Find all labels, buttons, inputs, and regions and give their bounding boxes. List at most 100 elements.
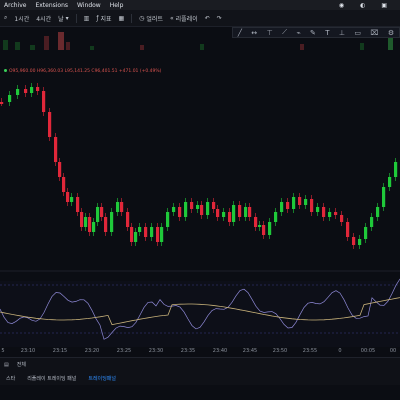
- status-icons: ◉ ◐ ▣: [339, 2, 396, 9]
- candle-body: [352, 237, 356, 245]
- menu-item-archive[interactable]: Archive: [4, 2, 26, 9]
- undo-button[interactable]: ↶: [205, 15, 210, 22]
- indicators-label: 지표: [100, 15, 112, 23]
- timeframe-button[interactable]: 4시간: [36, 14, 51, 23]
- candle-body: [228, 212, 232, 222]
- undo-icon: ↶: [204, 14, 210, 22]
- chart-type-label: 날: [58, 15, 64, 23]
- tab-screener[interactable]: 스타: [0, 375, 21, 382]
- candle-body: [156, 227, 160, 242]
- time-axis[interactable]: 5 23:10 23:15 23:20 23:25 23:30 23:35 23…: [0, 346, 400, 356]
- volume-bar-2: [15, 42, 20, 50]
- candle-body: [96, 207, 100, 222]
- symbol-search-button[interactable]: ⌕: [4, 14, 7, 22]
- rectangle-icon[interactable]: ▭: [354, 29, 361, 37]
- menu-extra-icon-3[interactable]: ▣: [381, 2, 387, 9]
- trend-line-icon[interactable]: ╱: [238, 29, 242, 37]
- candle-body: [316, 207, 320, 212]
- candle-body: [206, 202, 210, 215]
- candle-body: [116, 202, 120, 212]
- ohlc-legend: O95,960.00 H96,360.03 L95,141.25 C96,401…: [4, 69, 161, 74]
- interval-button[interactable]: 1시간: [14, 14, 29, 23]
- range-all-button[interactable]: 전체: [17, 361, 26, 368]
- candle-body: [88, 217, 92, 232]
- tab-replay-trading-panel[interactable]: 리플레이 트레이딩 패널: [21, 375, 82, 382]
- candle-body: [190, 202, 194, 209]
- candle-body: [24, 89, 28, 93]
- fib-icon[interactable]: ⊤: [267, 29, 273, 37]
- menu-extra-icon-2[interactable]: ◐: [360, 2, 365, 9]
- indicators-button[interactable]: ƒ 지표: [96, 14, 111, 23]
- candle-body: [76, 197, 80, 212]
- replay-button[interactable]: «리플레이: [170, 14, 198, 23]
- candle-body: [394, 162, 398, 177]
- candle-body: [370, 217, 374, 227]
- price-chart[interactable]: [0, 27, 400, 357]
- brush-icon[interactable]: ✎: [310, 29, 316, 37]
- eraser-icon[interactable]: ⌧: [370, 29, 378, 37]
- candle-body: [66, 192, 70, 202]
- volume-bar-11: [360, 43, 364, 50]
- candle-body: [184, 202, 188, 217]
- volume-bar-5: [58, 32, 64, 50]
- candle-body: [48, 112, 52, 137]
- redo-icon: ↷: [216, 14, 222, 22]
- menu-extra-icon-1[interactable]: ◉: [339, 2, 344, 9]
- candle-body: [200, 205, 204, 215]
- search-icon: ⌕: [4, 14, 8, 21]
- menu-item-help[interactable]: Help: [110, 2, 124, 9]
- tab-trading-panel[interactable]: 트레이딩패널: [82, 375, 122, 382]
- volume-bar-4: [44, 36, 49, 50]
- candle-body: [334, 212, 338, 215]
- candle-body: [80, 212, 84, 227]
- candle-body: [70, 197, 74, 202]
- time-tick: 00:05: [360, 348, 376, 354]
- candle-body: [84, 217, 88, 227]
- candle-body: [54, 137, 58, 162]
- chart-type-button[interactable]: 날 ▾: [58, 14, 69, 23]
- candle-body: [388, 177, 392, 187]
- candle-body: [340, 215, 344, 222]
- time-tick: 23:30: [148, 348, 164, 354]
- candle-body: [346, 222, 350, 237]
- layouts-button[interactable]: ▦: [118, 15, 124, 22]
- settings-icon[interactable]: ⚙: [388, 29, 394, 37]
- candle-body: [36, 87, 40, 91]
- volume-bar-9: [200, 44, 204, 50]
- candle-body: [382, 187, 386, 207]
- calendar-icon[interactable]: ▤: [4, 362, 9, 368]
- candle-body: [244, 207, 248, 217]
- candle-body: [258, 225, 262, 227]
- candle-body: [222, 212, 226, 217]
- redo-button[interactable]: ↷: [217, 15, 222, 22]
- candle-body: [42, 91, 46, 112]
- menu-item-extensions[interactable]: Extensions: [35, 2, 68, 9]
- candle-body: [358, 239, 362, 245]
- compare-button[interactable]: ▥: [84, 15, 90, 22]
- candle-body: [104, 217, 108, 232]
- menu-bar: Archive Extensions Window Help ◉ ◐ ▣: [0, 0, 400, 10]
- candle-body: [134, 232, 138, 242]
- volume-bar-7: [90, 46, 94, 50]
- measure-icon[interactable]: ⊥: [339, 29, 345, 37]
- candle-body: [16, 89, 20, 95]
- candle-body: [216, 209, 220, 217]
- candle-body: [376, 207, 380, 217]
- candle-body: [92, 222, 96, 232]
- ohlc-values: O95,960.00 H96,360.03 L95,141.25 C96,401…: [9, 69, 162, 74]
- path-icon[interactable]: ⌁: [296, 29, 300, 37]
- alert-button[interactable]: ◷ 얼러트: [139, 14, 163, 23]
- candle-body: [138, 227, 142, 232]
- candle-body: [126, 212, 130, 227]
- candle-body: [232, 205, 236, 222]
- replay-icon: «: [169, 14, 174, 22]
- candle-body: [322, 207, 326, 217]
- text-icon[interactable]: T: [325, 29, 329, 37]
- candle-body: [58, 162, 62, 177]
- horizontal-line-icon[interactable]: ↔: [251, 29, 257, 37]
- menu-item-window[interactable]: Window: [77, 2, 101, 9]
- ray-icon[interactable]: ⟋: [282, 28, 287, 37]
- timeframe-label: 4시간: [36, 15, 52, 23]
- interval-label: 1시간: [14, 15, 30, 23]
- candles-icon: ▥: [83, 14, 90, 22]
